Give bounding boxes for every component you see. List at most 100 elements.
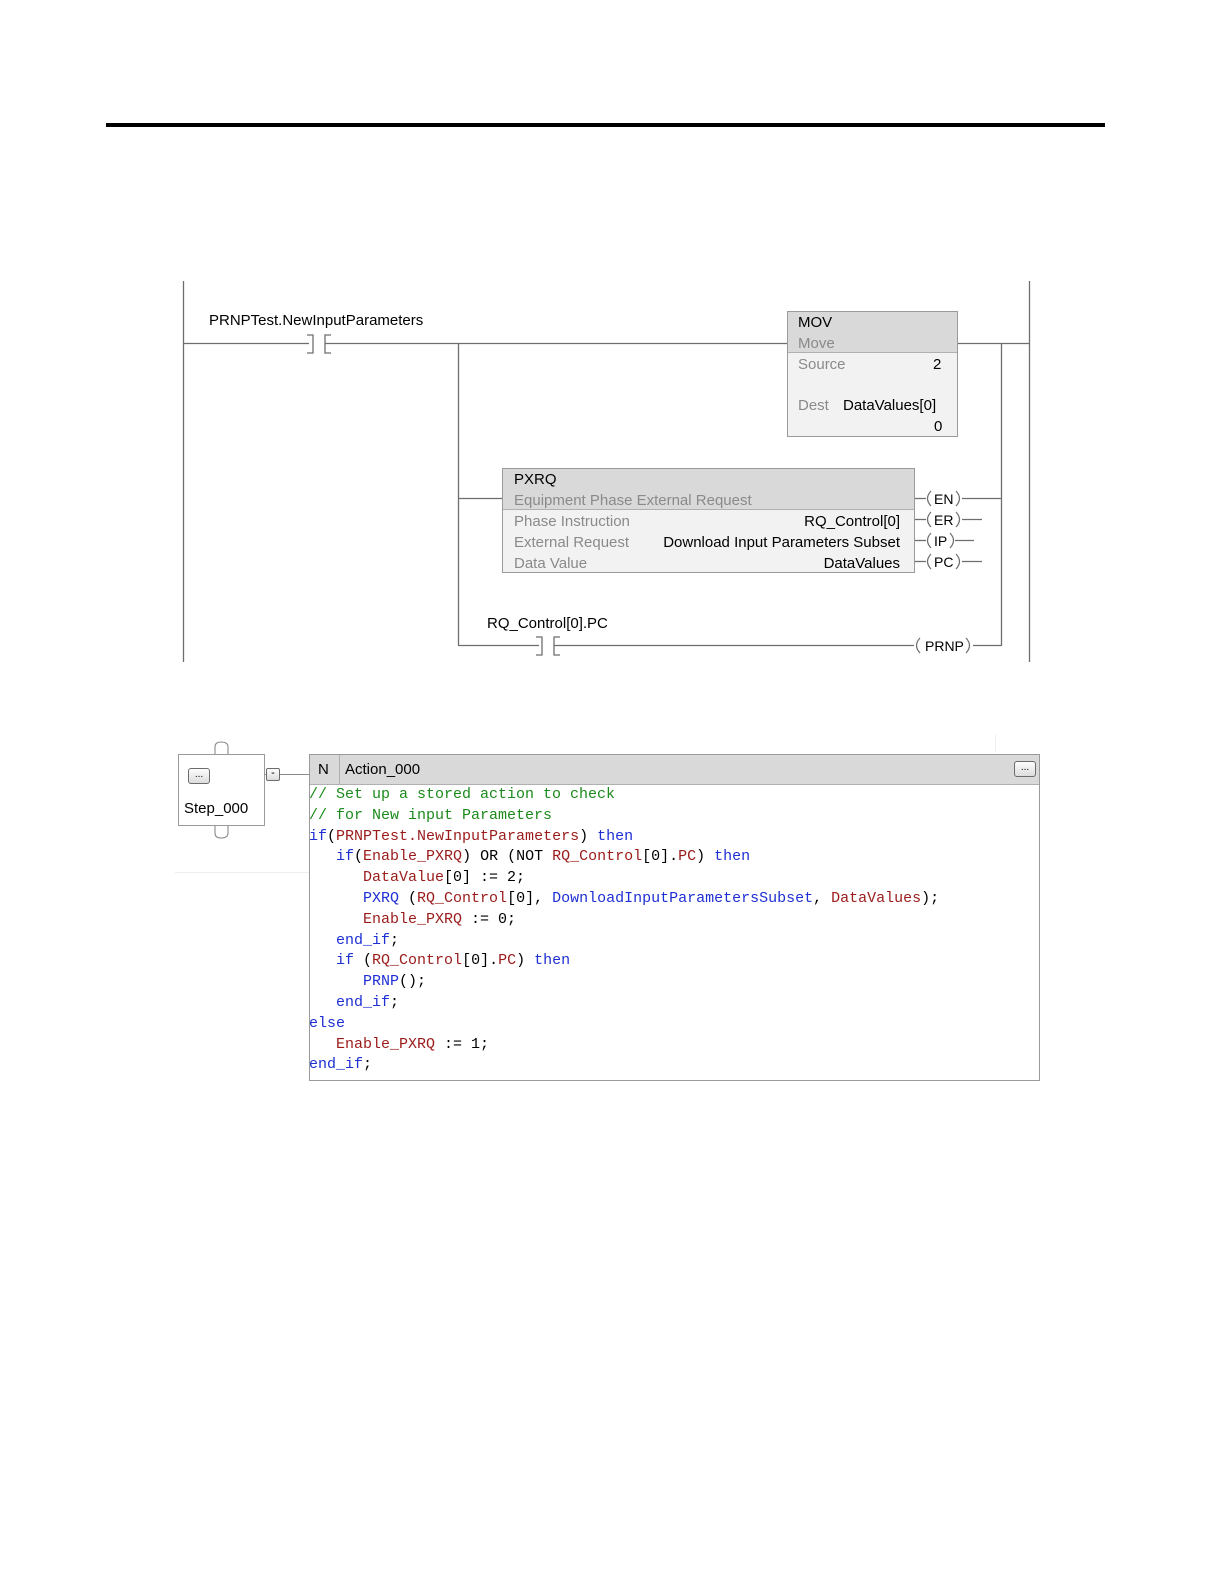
pxrq-external-request-value[interactable]: Download Input Parameters Subset <box>663 534 900 551</box>
pxrq-data-value-value[interactable]: DataValues <box>824 555 900 572</box>
code-token: ( <box>354 848 364 866</box>
code-line: // Set up a stored action to check <box>309 785 939 806</box>
code-token: [0] := 2; <box>444 869 526 887</box>
code-token: ; <box>363 1056 373 1074</box>
code-token: [0]. <box>642 848 679 866</box>
pxrq-phase-instruction-value[interactable]: RQ_Control[0] <box>804 513 900 530</box>
step-ellipsis-button[interactable]: ... <box>188 768 210 784</box>
code-token: , <box>813 889 832 907</box>
code-token: ) OR (NOT <box>462 848 553 866</box>
output-en: EN <box>934 491 954 507</box>
code-token: DataValue <box>363 869 445 887</box>
contact-1-tag[interactable]: PRNPTest.NewInputParameters <box>209 312 423 329</box>
code-token: := 1; <box>435 1035 490 1053</box>
code-token: end_if <box>336 931 391 949</box>
step-name: Step_000 <box>184 800 249 817</box>
output-ip: IP <box>934 533 948 549</box>
code-token: [0], <box>507 889 553 907</box>
code-token: ( <box>399 889 418 907</box>
code-token: if <box>336 848 355 866</box>
code-token: PXRQ <box>363 889 400 907</box>
mov-source-value[interactable]: 2 <box>933 356 941 373</box>
code-token: := 0; <box>462 910 517 928</box>
sfc-step[interactable]: ... Step_000 <box>178 754 265 826</box>
pxrq-mnemonic: PXRQ <box>514 471 557 488</box>
code-token: PRNP <box>363 973 400 991</box>
contact-2-tag[interactable]: RQ_Control[0].PC <box>487 615 608 632</box>
code-token: ; <box>390 993 400 1011</box>
code-token: then <box>534 952 571 970</box>
code-token: then <box>597 827 634 845</box>
code-token: end_if <box>336 993 391 1011</box>
code-token: DataValues <box>831 889 922 907</box>
code-token: ) <box>579 827 598 845</box>
code-line: // for New input Parameters <box>309 806 939 827</box>
mov-dest-label: Dest <box>798 397 829 414</box>
pxrq-instruction[interactable]: PXRQ Equipment Phase External Request Ph… <box>502 468 915 573</box>
pxrq-data-value-label: Data Value <box>514 555 588 572</box>
mov-description: Move <box>798 335 835 352</box>
code-line: if (RQ_Control[0].PC) then <box>309 951 939 972</box>
code-line: PXRQ (RQ_Control[0], DownloadInputParame… <box>309 889 939 910</box>
code-token: RQ_Control <box>552 848 643 866</box>
pxrq-phase-instruction-label: Phase Instruction <box>514 513 630 530</box>
code-token: ); <box>921 889 940 907</box>
mov-dest-live-value: 0 <box>934 418 943 435</box>
code-token: // Set up a stored action to check <box>309 786 616 803</box>
mov-source-label: Source <box>798 356 846 373</box>
code-token: if <box>336 952 355 970</box>
code-token: ( <box>354 952 373 970</box>
code-token: else <box>309 1014 346 1032</box>
code-token: RQ_Control <box>417 889 508 907</box>
code-token: Enable_PXRQ <box>363 848 463 866</box>
code-token: Enable_PXRQ <box>363 910 463 928</box>
action-name[interactable]: Action_000 <box>345 761 420 778</box>
code-line: Enable_PXRQ := 1; <box>309 1035 939 1056</box>
code-token: DownloadInputParametersSubset <box>552 889 814 907</box>
code-line: if(PRNPTest.NewInputParameters) then <box>309 827 939 848</box>
code-token: ) <box>696 848 715 866</box>
output-pc: PC <box>934 554 954 570</box>
code-token: ) <box>516 952 535 970</box>
code-token: end_if <box>309 1056 364 1074</box>
code-line: end_if; <box>309 931 939 952</box>
code-token: PC <box>498 952 517 970</box>
code-line: end_if; <box>309 1055 939 1076</box>
action-qualifier[interactable]: N <box>318 761 329 778</box>
code-token: ( <box>327 827 337 845</box>
code-token: then <box>714 848 751 866</box>
code-line: else <box>309 1014 939 1035</box>
code-token: ; <box>390 931 400 949</box>
code-line: if(Enable_PXRQ) OR (NOT RQ_Control[0].PC… <box>309 847 939 868</box>
qualifier-divider <box>339 755 340 784</box>
code-token: (); <box>399 973 427 991</box>
action-ellipsis-button[interactable]: ... <box>1014 761 1036 777</box>
structured-text-code[interactable]: // Set up a stored action to check // for… <box>309 785 939 1076</box>
output-er: ER <box>934 512 954 528</box>
code-line: DataValue[0] := 2; <box>309 868 939 889</box>
code-token: PC <box>678 848 697 866</box>
code-line: PRNP(); <box>309 972 939 993</box>
mov-instruction[interactable]: MOV Move Source 2 Dest DataValues[0] 0 <box>787 311 958 437</box>
mov-mnemonic: MOV <box>798 314 833 331</box>
code-token: PRNPTest.NewInputParameters <box>336 827 580 845</box>
code-token: Enable_PXRQ <box>336 1035 436 1053</box>
mov-dest-value[interactable]: DataValues[0] <box>843 397 936 414</box>
code-token: RQ_Control <box>372 952 463 970</box>
code-line: end_if; <box>309 993 939 1014</box>
prnp-coil[interactable]: PRNP <box>925 638 964 654</box>
code-token: if <box>309 827 328 845</box>
pxrq-description: Equipment Phase External Request <box>514 492 752 509</box>
code-token: [0]. <box>462 952 499 970</box>
code-token: // for New input Parameters <box>309 806 553 824</box>
collapse-button[interactable]: - <box>266 768 280 781</box>
